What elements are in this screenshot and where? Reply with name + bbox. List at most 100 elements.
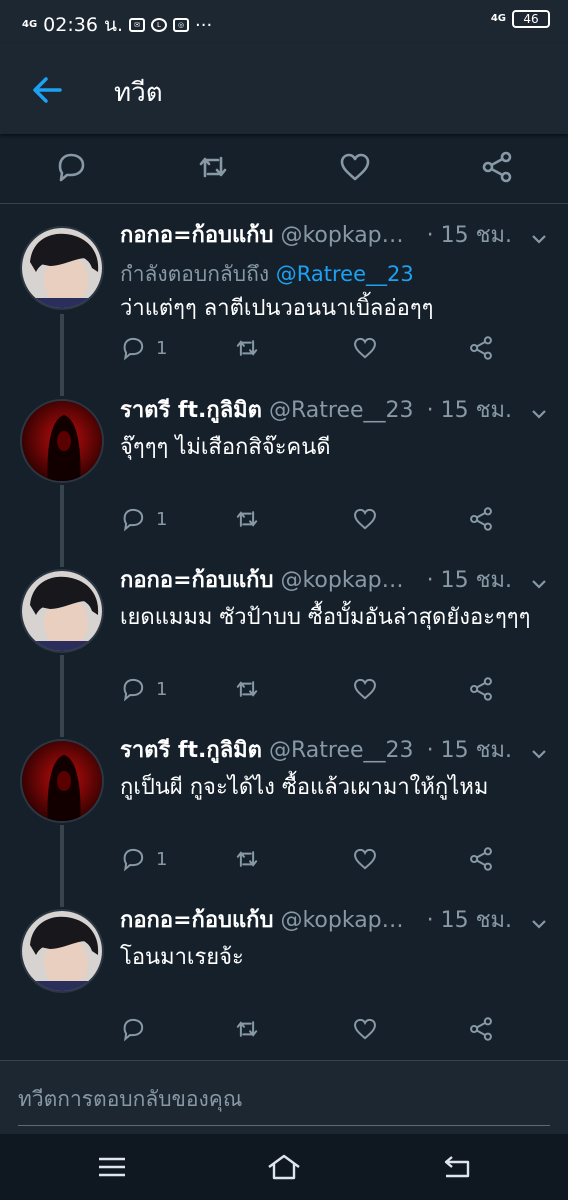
reply-composer: ทวีตการตอบกลับของคุณ bbox=[0, 1060, 568, 1134]
display-name[interactable]: ราตรี ft.กูลิมิต bbox=[120, 738, 262, 763]
instagram-icon: ◎ bbox=[173, 18, 189, 32]
share-icon bbox=[470, 1017, 492, 1041]
input-underline bbox=[18, 1125, 550, 1126]
mention-link[interactable]: @Ratree__23 bbox=[276, 262, 414, 286]
share-button[interactable] bbox=[468, 1015, 494, 1043]
tweet-text: กูเป็นผี กูจะได้ไง ซื้อแล้วเผามาให้กูไหม bbox=[120, 775, 489, 800]
display-name[interactable]: กอกอ=ก้อบแก้บ bbox=[120, 223, 273, 248]
share-icon bbox=[470, 507, 492, 531]
tweet-item[interactable]: ราตรี ft.กูลิมิต @Ratree__23 · 15 ชม. จุ… bbox=[0, 397, 568, 567]
reply-button[interactable]: 1 bbox=[120, 675, 167, 703]
tweet-time: · 15 ชม. bbox=[420, 397, 512, 425]
retweet-button[interactable] bbox=[234, 1015, 260, 1043]
reply-button[interactable]: 1 bbox=[120, 845, 167, 873]
chevron-down-icon[interactable] bbox=[530, 575, 548, 593]
share-icon bbox=[470, 847, 492, 871]
retweet-button[interactable] bbox=[234, 334, 260, 362]
share-icon bbox=[470, 336, 492, 360]
like-button[interactable] bbox=[352, 1015, 378, 1043]
like-button[interactable] bbox=[352, 505, 378, 533]
app-bar: ทวีต bbox=[0, 44, 568, 134]
line-icon: L bbox=[151, 18, 167, 32]
like-icon bbox=[354, 337, 376, 359]
user-handle[interactable]: @Ratree__23 bbox=[269, 398, 414, 423]
retweet-icon[interactable] bbox=[196, 150, 230, 184]
user-handle[interactable]: @Ratree__23 bbox=[269, 738, 414, 763]
retweet-icon bbox=[236, 340, 258, 356]
chevron-down-icon[interactable] bbox=[530, 915, 548, 933]
tweet-item[interactable]: กอกอ=ก้อบแก้บ @kopkap… · 15 ชม. โอนมาเรย… bbox=[0, 907, 568, 1057]
share-button[interactable] bbox=[468, 845, 494, 873]
tweet-text: โอนมาเรยจ้ะ bbox=[120, 945, 244, 970]
reply-icon bbox=[123, 1018, 144, 1042]
arrow-left-icon[interactable] bbox=[30, 72, 66, 108]
avatar[interactable] bbox=[20, 226, 104, 310]
like-icon[interactable] bbox=[338, 150, 372, 184]
tweet-item[interactable]: กอกอ=ก้อบแก้บ @kopkap… · 15 ชม. กำลังตอบ… bbox=[0, 222, 568, 396]
chevron-down-icon[interactable] bbox=[530, 230, 548, 248]
reply-icon bbox=[123, 678, 144, 702]
thread-line bbox=[60, 485, 64, 567]
like-icon bbox=[354, 508, 376, 530]
tweet-item[interactable]: ราตรี ft.กูลิมิต @Ratree__23 · 15 ชม. กู… bbox=[0, 737, 568, 907]
tweet-text: เยดแมมม ซัวป้าบบ ซื้อบั้มอันล่าสุดยังอะๆ… bbox=[120, 605, 531, 630]
avatar[interactable] bbox=[20, 909, 104, 993]
tweet-item[interactable]: กอกอ=ก้อบแก้บ @kopkap… · 15 ชม. เยดแมมม … bbox=[0, 567, 568, 737]
avatar[interactable] bbox=[20, 739, 104, 823]
tweet-time: · 15 ชม. bbox=[420, 222, 512, 250]
user-handle[interactable]: @kopkap… bbox=[280, 223, 403, 248]
reply-icon bbox=[123, 848, 144, 872]
more-icon: ··· bbox=[195, 14, 213, 36]
reply-count: 1 bbox=[156, 337, 168, 359]
retweet-icon bbox=[236, 1021, 258, 1037]
like-icon bbox=[354, 848, 376, 870]
system-nav-bar bbox=[0, 1134, 568, 1200]
reply-button[interactable] bbox=[120, 1015, 146, 1043]
display-name[interactable]: ราตรี ft.กูลิมิต bbox=[120, 398, 262, 423]
avatar[interactable] bbox=[20, 569, 104, 653]
retweet-icon bbox=[236, 851, 258, 867]
thread-line bbox=[60, 825, 64, 907]
tweet-time: · 15 ชม. bbox=[420, 907, 512, 935]
back-icon[interactable] bbox=[440, 1152, 472, 1182]
user-handle[interactable]: @kopkap… bbox=[280, 568, 403, 593]
replying-prefix: กำลังตอบกลับถึง bbox=[120, 262, 270, 286]
retweet-button[interactable] bbox=[234, 845, 260, 873]
avatar[interactable] bbox=[20, 399, 104, 483]
retweet-button[interactable] bbox=[234, 505, 260, 533]
tweet-text: จุ๊ๆๆๆ ไม่เสือกสิจ๊ะคนดี bbox=[120, 435, 331, 460]
share-button[interactable] bbox=[468, 505, 494, 533]
status-right: 4G 46 bbox=[491, 10, 550, 28]
like-button[interactable] bbox=[352, 845, 378, 873]
replying-to: กำลังตอบกลับถึง @Ratree__23 bbox=[120, 258, 414, 291]
chevron-down-icon[interactable] bbox=[530, 405, 548, 423]
tweet-actions bbox=[120, 1015, 520, 1045]
retweet-button[interactable] bbox=[234, 675, 260, 703]
main-tweet-actions bbox=[0, 134, 568, 204]
like-button[interactable] bbox=[352, 334, 378, 362]
share-button[interactable] bbox=[468, 675, 494, 703]
reply-icon bbox=[123, 337, 144, 361]
thread-line bbox=[60, 655, 64, 737]
like-button[interactable] bbox=[352, 675, 378, 703]
status-left: 4G 02:36 น. ✉ L ◎ ··· bbox=[22, 10, 212, 40]
reply-icon[interactable] bbox=[54, 150, 88, 184]
menu-icon[interactable] bbox=[96, 1152, 128, 1182]
reply-input[interactable]: ทวีตการตอบกลับของคุณ bbox=[18, 1083, 242, 1116]
share-icon[interactable] bbox=[480, 150, 514, 184]
network-indicator-right: 4G bbox=[490, 13, 506, 24]
share-button[interactable] bbox=[468, 334, 494, 362]
clock: 02:36 น. bbox=[43, 14, 123, 36]
home-icon[interactable] bbox=[266, 1152, 302, 1182]
chevron-down-icon[interactable] bbox=[530, 745, 548, 763]
reply-button[interactable]: 1 bbox=[120, 334, 167, 362]
like-icon bbox=[354, 678, 376, 700]
display-name[interactable]: กอกอ=ก้อบแก้บ bbox=[120, 568, 273, 593]
like-icon bbox=[354, 1018, 376, 1040]
tweet-actions: 1 bbox=[120, 845, 520, 875]
reply-count: 1 bbox=[156, 508, 168, 530]
reply-button[interactable]: 1 bbox=[120, 505, 167, 533]
network-indicator: 4G bbox=[22, 19, 38, 30]
user-handle[interactable]: @kopkap… bbox=[280, 908, 403, 933]
display-name[interactable]: กอกอ=ก้อบแก้บ bbox=[120, 908, 273, 933]
